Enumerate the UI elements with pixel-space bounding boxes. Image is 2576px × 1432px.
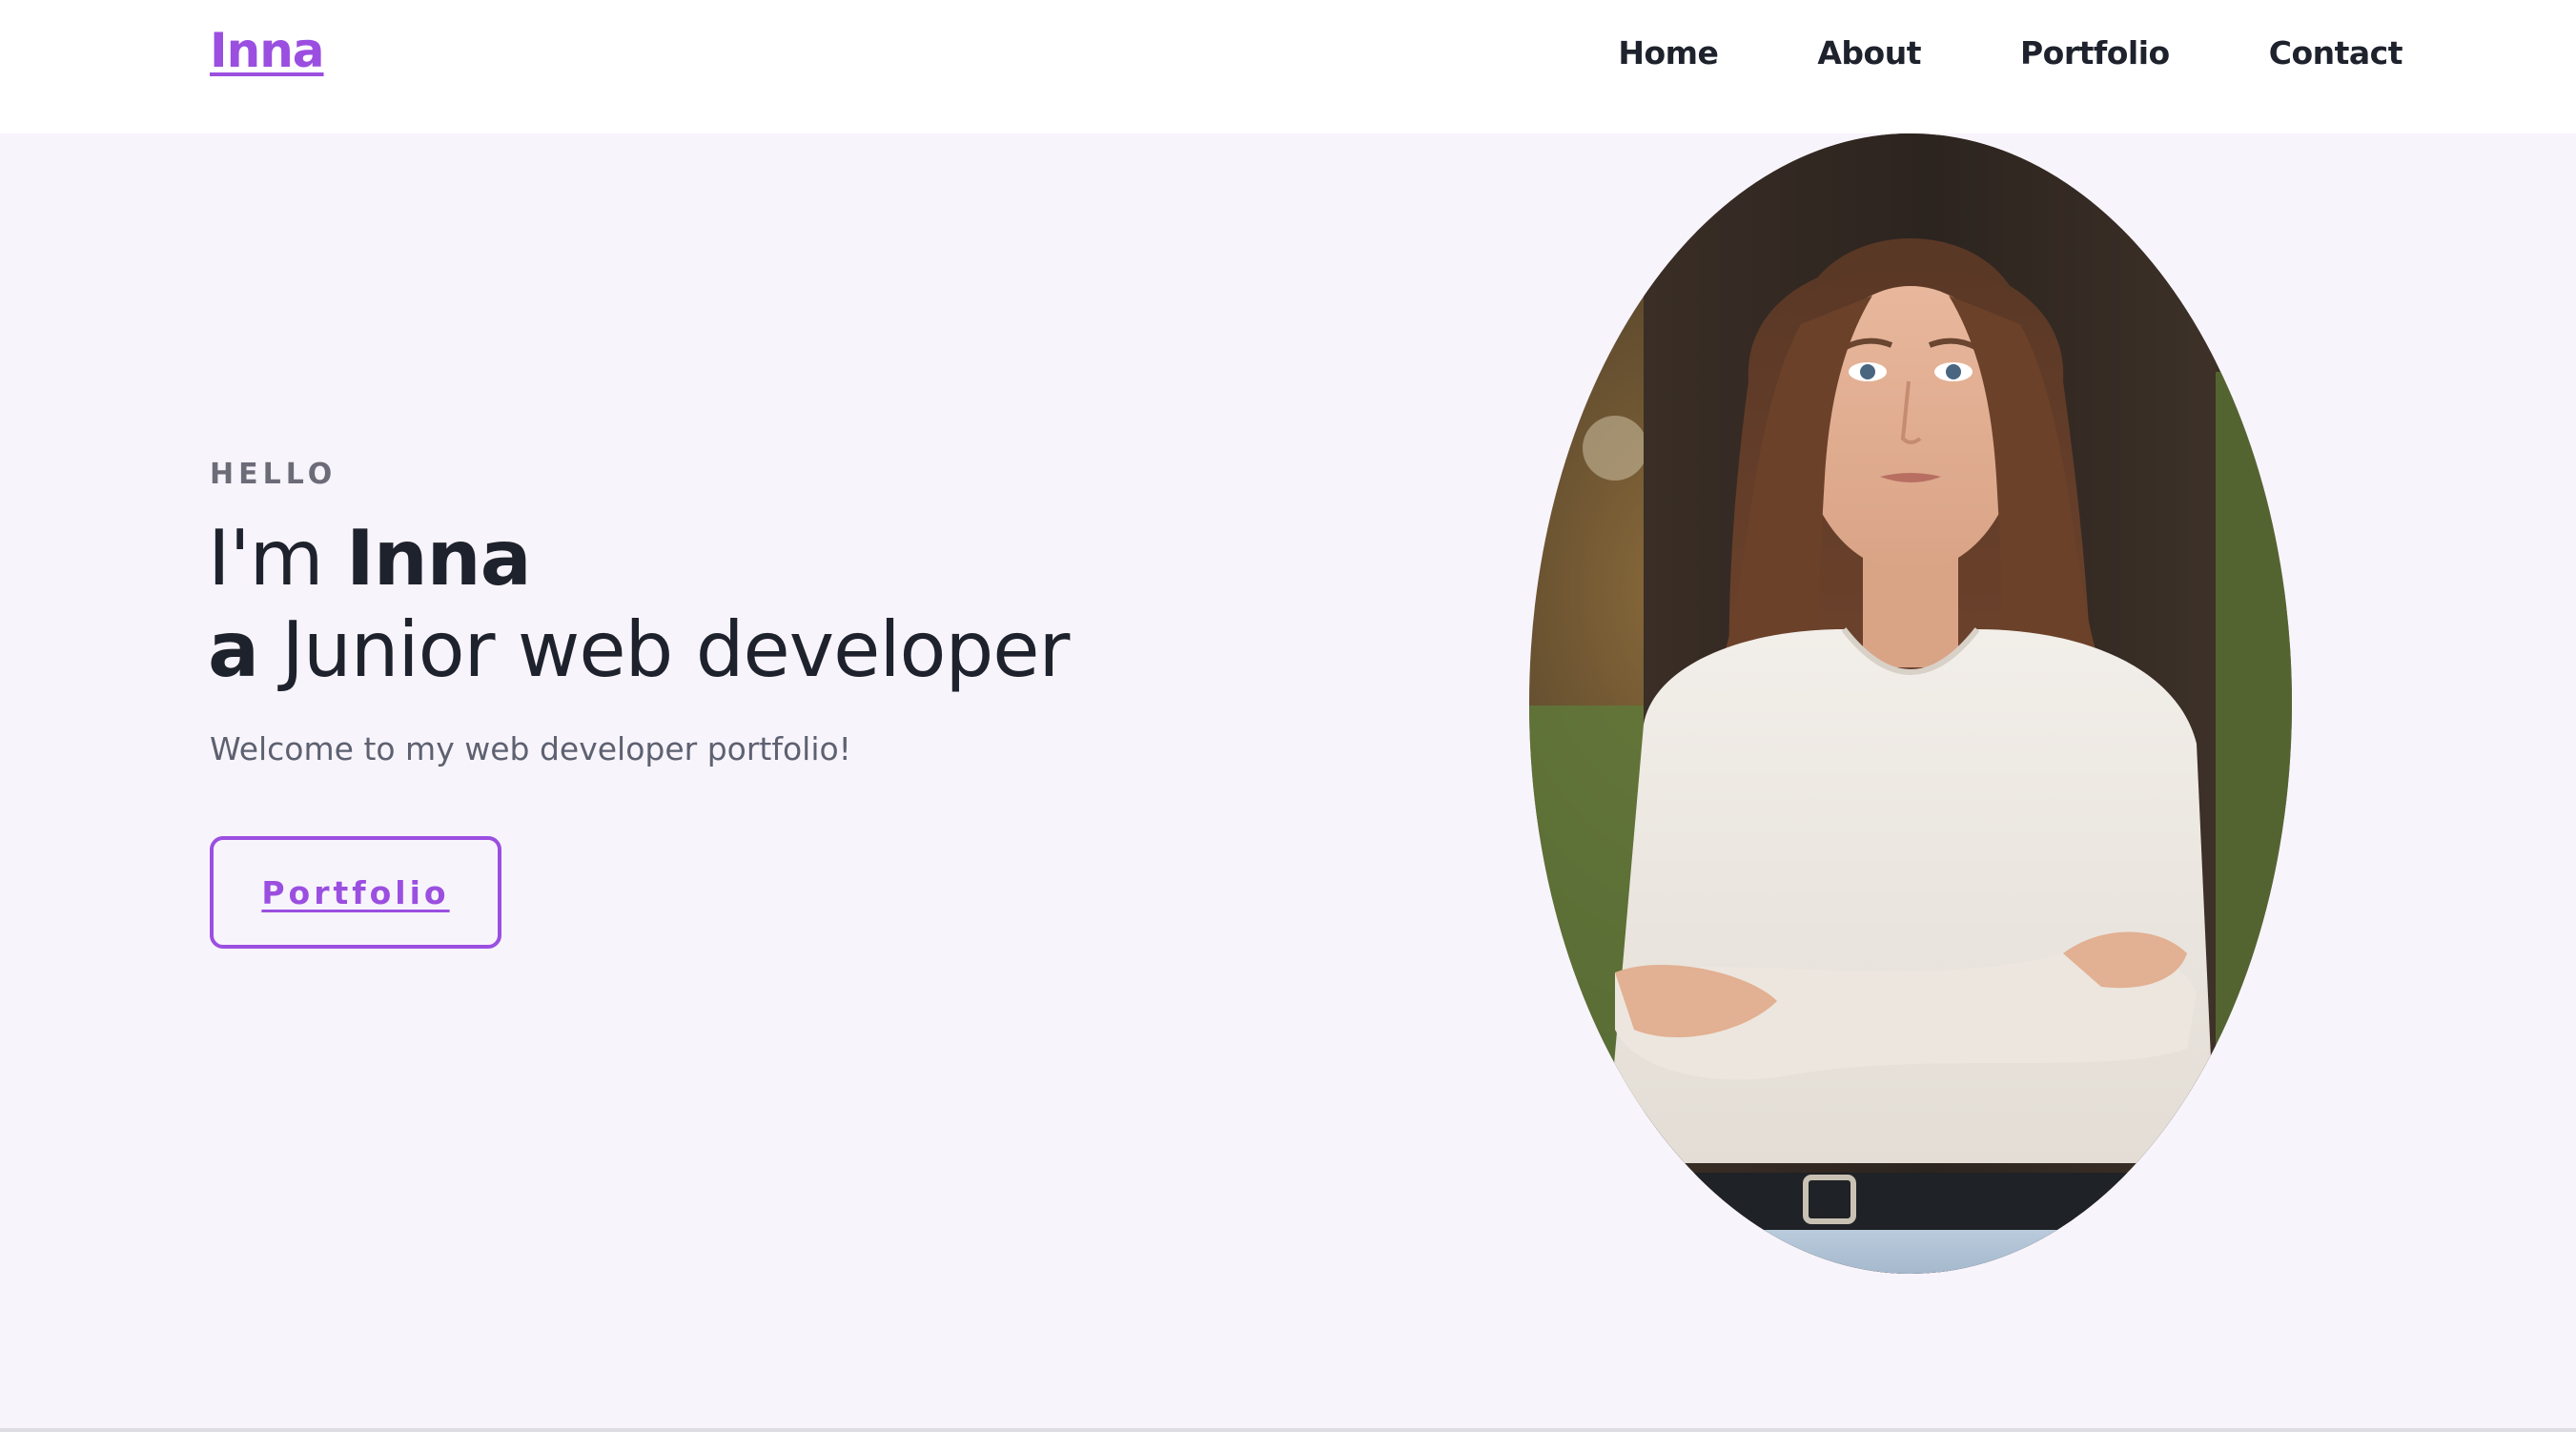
- photo-iris-right: [1946, 364, 1961, 379]
- section-divider: [0, 1428, 2576, 1432]
- headline-prefix: I'm: [208, 514, 346, 603]
- photo-iris-left: [1860, 364, 1875, 379]
- hero-eyebrow: HELLO: [210, 458, 337, 491]
- logo-link[interactable]: Inna: [210, 23, 325, 78]
- headline-name: Inna: [345, 514, 532, 603]
- main-nav: Home About Portfolio Contact: [1618, 34, 2402, 72]
- headline-article: a: [208, 605, 259, 694]
- photo-bokeh-light: [1583, 416, 1647, 481]
- profile-photo-illustration: [1529, 133, 2292, 1274]
- nav-link-home[interactable]: Home: [1618, 34, 1719, 72]
- nav-link-contact[interactable]: Contact: [2269, 34, 2403, 72]
- nav-link-about[interactable]: About: [1817, 34, 1921, 72]
- profile-photo: [1529, 133, 2292, 1274]
- site-header: Inna Home About Portfolio Contact: [0, 0, 2576, 133]
- hero-headline: I'm Inna a Junior web developer: [208, 513, 1070, 696]
- headline-role: Junior web developer: [257, 605, 1070, 694]
- portfolio-button-label: Portfolio: [261, 873, 450, 911]
- photo-sweater: [1605, 629, 2216, 1163]
- portfolio-button[interactable]: Portfolio: [210, 836, 501, 949]
- nav-link-portfolio[interactable]: Portfolio: [2020, 34, 2170, 72]
- hero-subtitle: Welcome to my web developer portfolio!: [210, 730, 851, 767]
